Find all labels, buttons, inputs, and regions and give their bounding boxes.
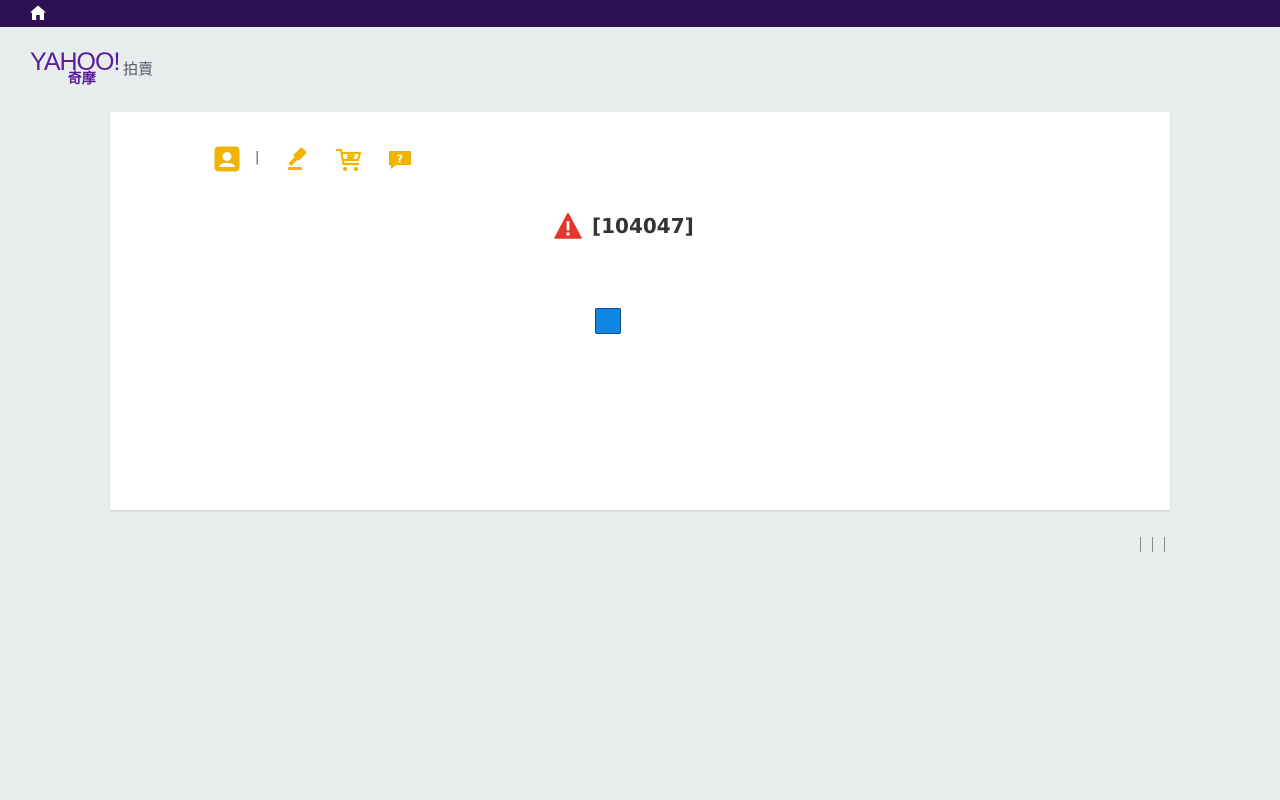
svg-text:?: ? [397, 153, 403, 166]
logo-service: 拍賣 [123, 60, 154, 78]
error-message: [104047] [554, 210, 694, 242]
footer-separator [1164, 536, 1165, 552]
main-card: | ? [104047] [110, 112, 1170, 510]
cart-icon[interactable] [335, 146, 363, 174]
footer-link[interactable] [1158, 537, 1159, 552]
logo-brand-cn: 奇摩 [68, 71, 96, 87]
home-icon[interactable] [29, 4, 47, 22]
error-code: [104047] [592, 214, 694, 238]
gavel-icon[interactable] [287, 146, 311, 172]
action-button[interactable] [595, 308, 621, 334]
account-icon[interactable] [214, 146, 240, 172]
warning-icon [554, 212, 582, 240]
nav-separator: | [255, 150, 260, 165]
yahoo-auction-logo[interactable]: YAHOO! 奇摩 拍賣 [30, 48, 170, 90]
footer-separator [1140, 536, 1141, 552]
top-bar [0, 0, 1280, 27]
footer-link[interactable] [1170, 537, 1171, 552]
footer-links [1134, 535, 1171, 553]
footer-link[interactable] [1146, 537, 1147, 552]
footer-separator [1152, 536, 1153, 552]
footer-link[interactable] [1134, 537, 1135, 552]
help-chat-icon[interactable]: ? [388, 148, 412, 172]
